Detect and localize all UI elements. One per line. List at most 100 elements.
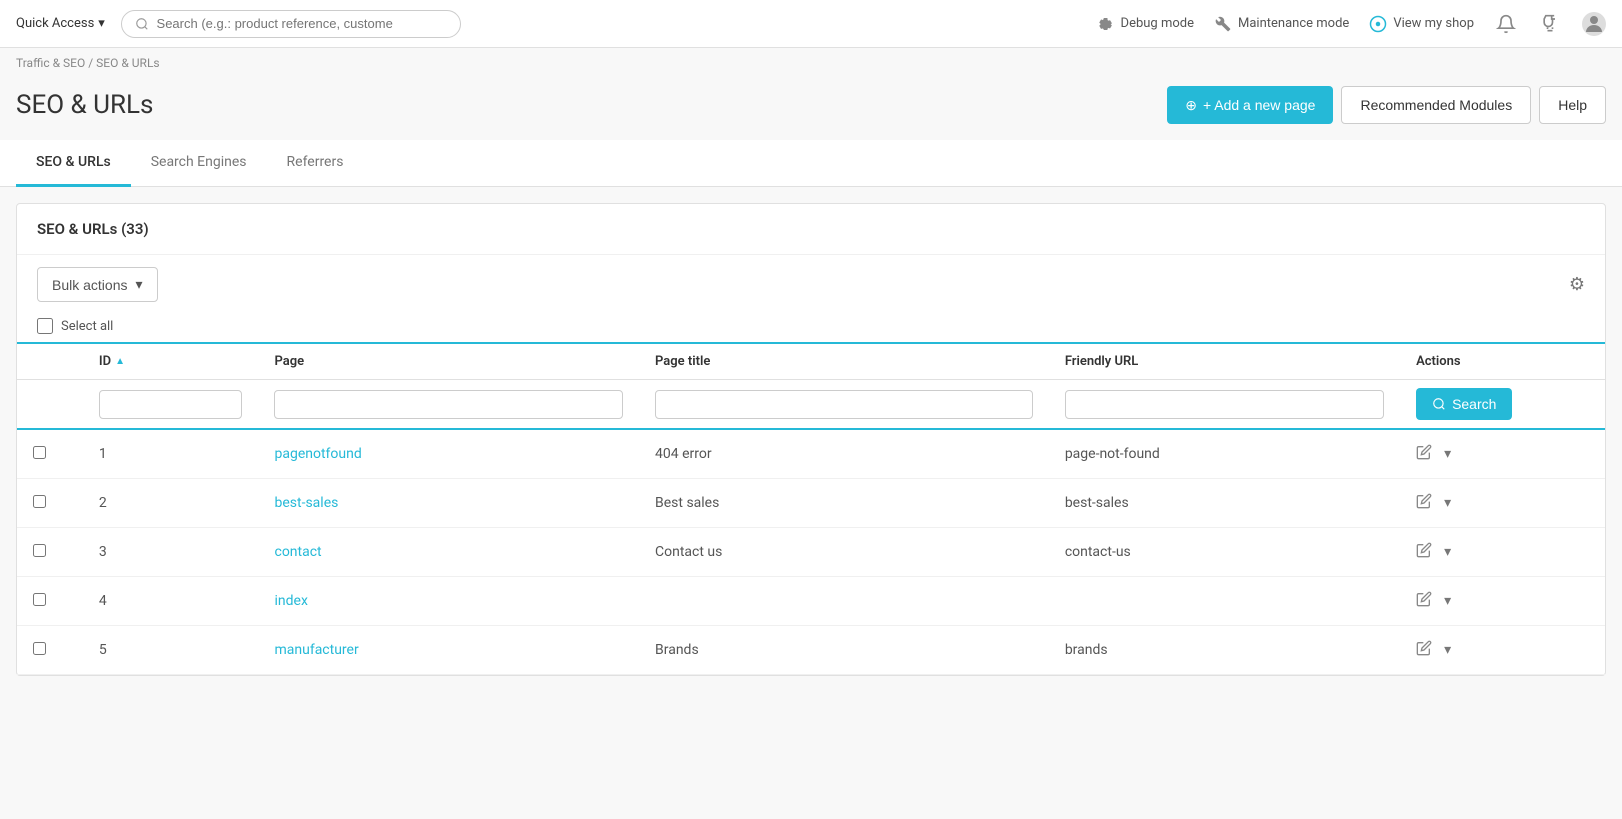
table-settings-icon[interactable]: ⚙ <box>1569 274 1585 295</box>
row-expand-icon[interactable]: ▾ <box>1444 642 1451 658</box>
table-header-row: ID ▲ Page Page title Friendly URL Action… <box>17 343 1605 380</box>
table-section-title: SEO & URLs (33) <box>17 204 1605 255</box>
page-link[interactable]: best-sales <box>274 495 338 511</box>
row-checkbox[interactable] <box>33 593 46 606</box>
filter-url-input[interactable] <box>1065 390 1384 419</box>
tab-bar: SEO & URLs Search Engines Referrers <box>0 140 1622 187</box>
edit-icon[interactable] <box>1416 493 1432 513</box>
table-row: 5 manufacturer Brands brands ▾ <box>17 626 1605 675</box>
tab-search-engines[interactable]: Search Engines <box>131 140 267 187</box>
th-actions: Actions <box>1400 343 1605 380</box>
page-link[interactable]: manufacturer <box>274 642 358 658</box>
achievements-button[interactable] <box>1538 12 1562 36</box>
page-title: SEO & URLs <box>16 90 1167 120</box>
wrench-icon <box>1214 15 1232 33</box>
search-btn-label: Search <box>1452 396 1496 412</box>
view-my-shop-label: View my shop <box>1393 16 1474 31</box>
row-expand-icon[interactable]: ▾ <box>1444 544 1451 560</box>
th-page[interactable]: Page <box>258 343 639 380</box>
quick-access-menu[interactable]: Quick Access ▾ <box>16 16 105 31</box>
global-search-bar[interactable] <box>121 10 461 38</box>
breadcrumb-current: SEO & URLs <box>96 56 159 70</box>
edit-icon[interactable] <box>1416 542 1432 562</box>
th-friendly-url[interactable]: Friendly URL <box>1049 343 1400 380</box>
plus-icon: ⊕ <box>1185 97 1197 114</box>
edit-icon[interactable] <box>1416 444 1432 464</box>
row-actions: ▾ <box>1400 528 1605 577</box>
row-page: index <box>258 577 639 626</box>
row-friendly-url: contact-us <box>1049 528 1400 577</box>
bulk-actions-button[interactable]: Bulk actions ▾ <box>37 267 158 302</box>
row-id: 5 <box>83 626 259 675</box>
row-expand-icon[interactable]: ▾ <box>1444 593 1451 609</box>
row-page-title: Brands <box>639 626 1049 675</box>
th-checkbox <box>17 343 83 380</box>
row-checkbox-cell <box>17 528 83 577</box>
row-checkbox[interactable] <box>33 446 46 459</box>
row-checkbox-cell <box>17 577 83 626</box>
row-id: 1 <box>83 429 259 479</box>
page-header: SEO & URLs ⊕ + Add a new page Recommende… <box>0 78 1622 140</box>
sort-asc-icon: ▲ <box>115 356 125 367</box>
add-page-label: + Add a new page <box>1203 97 1316 113</box>
bulk-actions-row: Bulk actions ▾ ⚙ <box>17 255 1605 314</box>
table-row: 2 best-sales Best sales best-sales ▾ <box>17 479 1605 528</box>
breadcrumb-parent[interactable]: Traffic & SEO <box>16 56 85 70</box>
add-new-page-button[interactable]: ⊕ + Add a new page <box>1167 86 1333 124</box>
filter-id-cell <box>83 380 259 430</box>
global-search-input[interactable] <box>157 16 448 31</box>
filter-page-input[interactable] <box>274 390 623 419</box>
bulk-actions-chevron-icon: ▾ <box>135 276 142 293</box>
recommended-modules-button[interactable]: Recommended Modules <box>1341 86 1531 124</box>
row-checkbox[interactable] <box>33 642 46 655</box>
edit-icon[interactable] <box>1416 591 1432 611</box>
th-page-title[interactable]: Page title <box>639 343 1049 380</box>
row-checkbox[interactable] <box>33 544 46 557</box>
row-page-title: Contact us <box>639 528 1049 577</box>
seo-urls-table: ID ▲ Page Page title Friendly URL Action… <box>17 342 1605 675</box>
row-friendly-url: brands <box>1049 626 1400 675</box>
filter-actions-cell: Search <box>1400 380 1605 430</box>
row-checkbox[interactable] <box>33 495 46 508</box>
filter-title-input[interactable] <box>655 390 1033 419</box>
row-id: 3 <box>83 528 259 577</box>
page-link[interactable]: index <box>274 593 307 609</box>
debug-mode-button[interactable]: Debug mode <box>1097 15 1194 33</box>
gear-icon <box>1097 15 1115 33</box>
row-page: pagenotfound <box>258 429 639 479</box>
help-button[interactable]: Help <box>1539 86 1606 124</box>
quick-access-label: Quick Access <box>16 16 94 31</box>
filter-id-input[interactable] <box>99 390 243 419</box>
row-actions: ▾ <box>1400 577 1605 626</box>
tab-referrers[interactable]: Referrers <box>267 140 364 187</box>
user-avatar-button[interactable] <box>1582 12 1606 36</box>
row-page: manufacturer <box>258 626 639 675</box>
breadcrumb: Traffic & SEO / SEO & URLs <box>0 48 1622 78</box>
view-my-shop-button[interactable]: View my shop <box>1369 15 1474 33</box>
row-expand-icon[interactable]: ▾ <box>1444 446 1451 462</box>
maintenance-mode-label: Maintenance mode <box>1238 16 1349 31</box>
table-row: 3 contact Contact us contact-us ▾ <box>17 528 1605 577</box>
row-page-title: Best sales <box>639 479 1049 528</box>
main-content-panel: SEO & URLs (33) Bulk actions ▾ ⚙ Select … <box>16 203 1606 676</box>
row-expand-icon[interactable]: ▾ <box>1444 495 1451 511</box>
bulk-actions-label: Bulk actions <box>52 277 127 293</box>
row-checkbox-cell <box>17 479 83 528</box>
nav-right-section: Debug mode Maintenance mode View my shop <box>1097 12 1606 36</box>
th-id[interactable]: ID ▲ <box>83 343 259 380</box>
row-actions: ▾ <box>1400 626 1605 675</box>
table-row: 4 index ▾ <box>17 577 1605 626</box>
row-actions: ▾ <box>1400 429 1605 479</box>
edit-icon[interactable] <box>1416 640 1432 660</box>
filter-search-button[interactable]: Search <box>1416 388 1512 420</box>
row-page: best-sales <box>258 479 639 528</box>
select-all-label[interactable]: Select all <box>61 319 113 334</box>
tab-seo-urls[interactable]: SEO & URLs <box>16 140 131 187</box>
maintenance-mode-button[interactable]: Maintenance mode <box>1214 15 1349 33</box>
row-checkbox-cell <box>17 626 83 675</box>
page-link[interactable]: contact <box>274 544 321 560</box>
page-link[interactable]: pagenotfound <box>274 446 361 462</box>
notifications-button[interactable] <box>1494 12 1518 36</box>
select-all-checkbox[interactable] <box>37 318 53 334</box>
row-page: contact <box>258 528 639 577</box>
